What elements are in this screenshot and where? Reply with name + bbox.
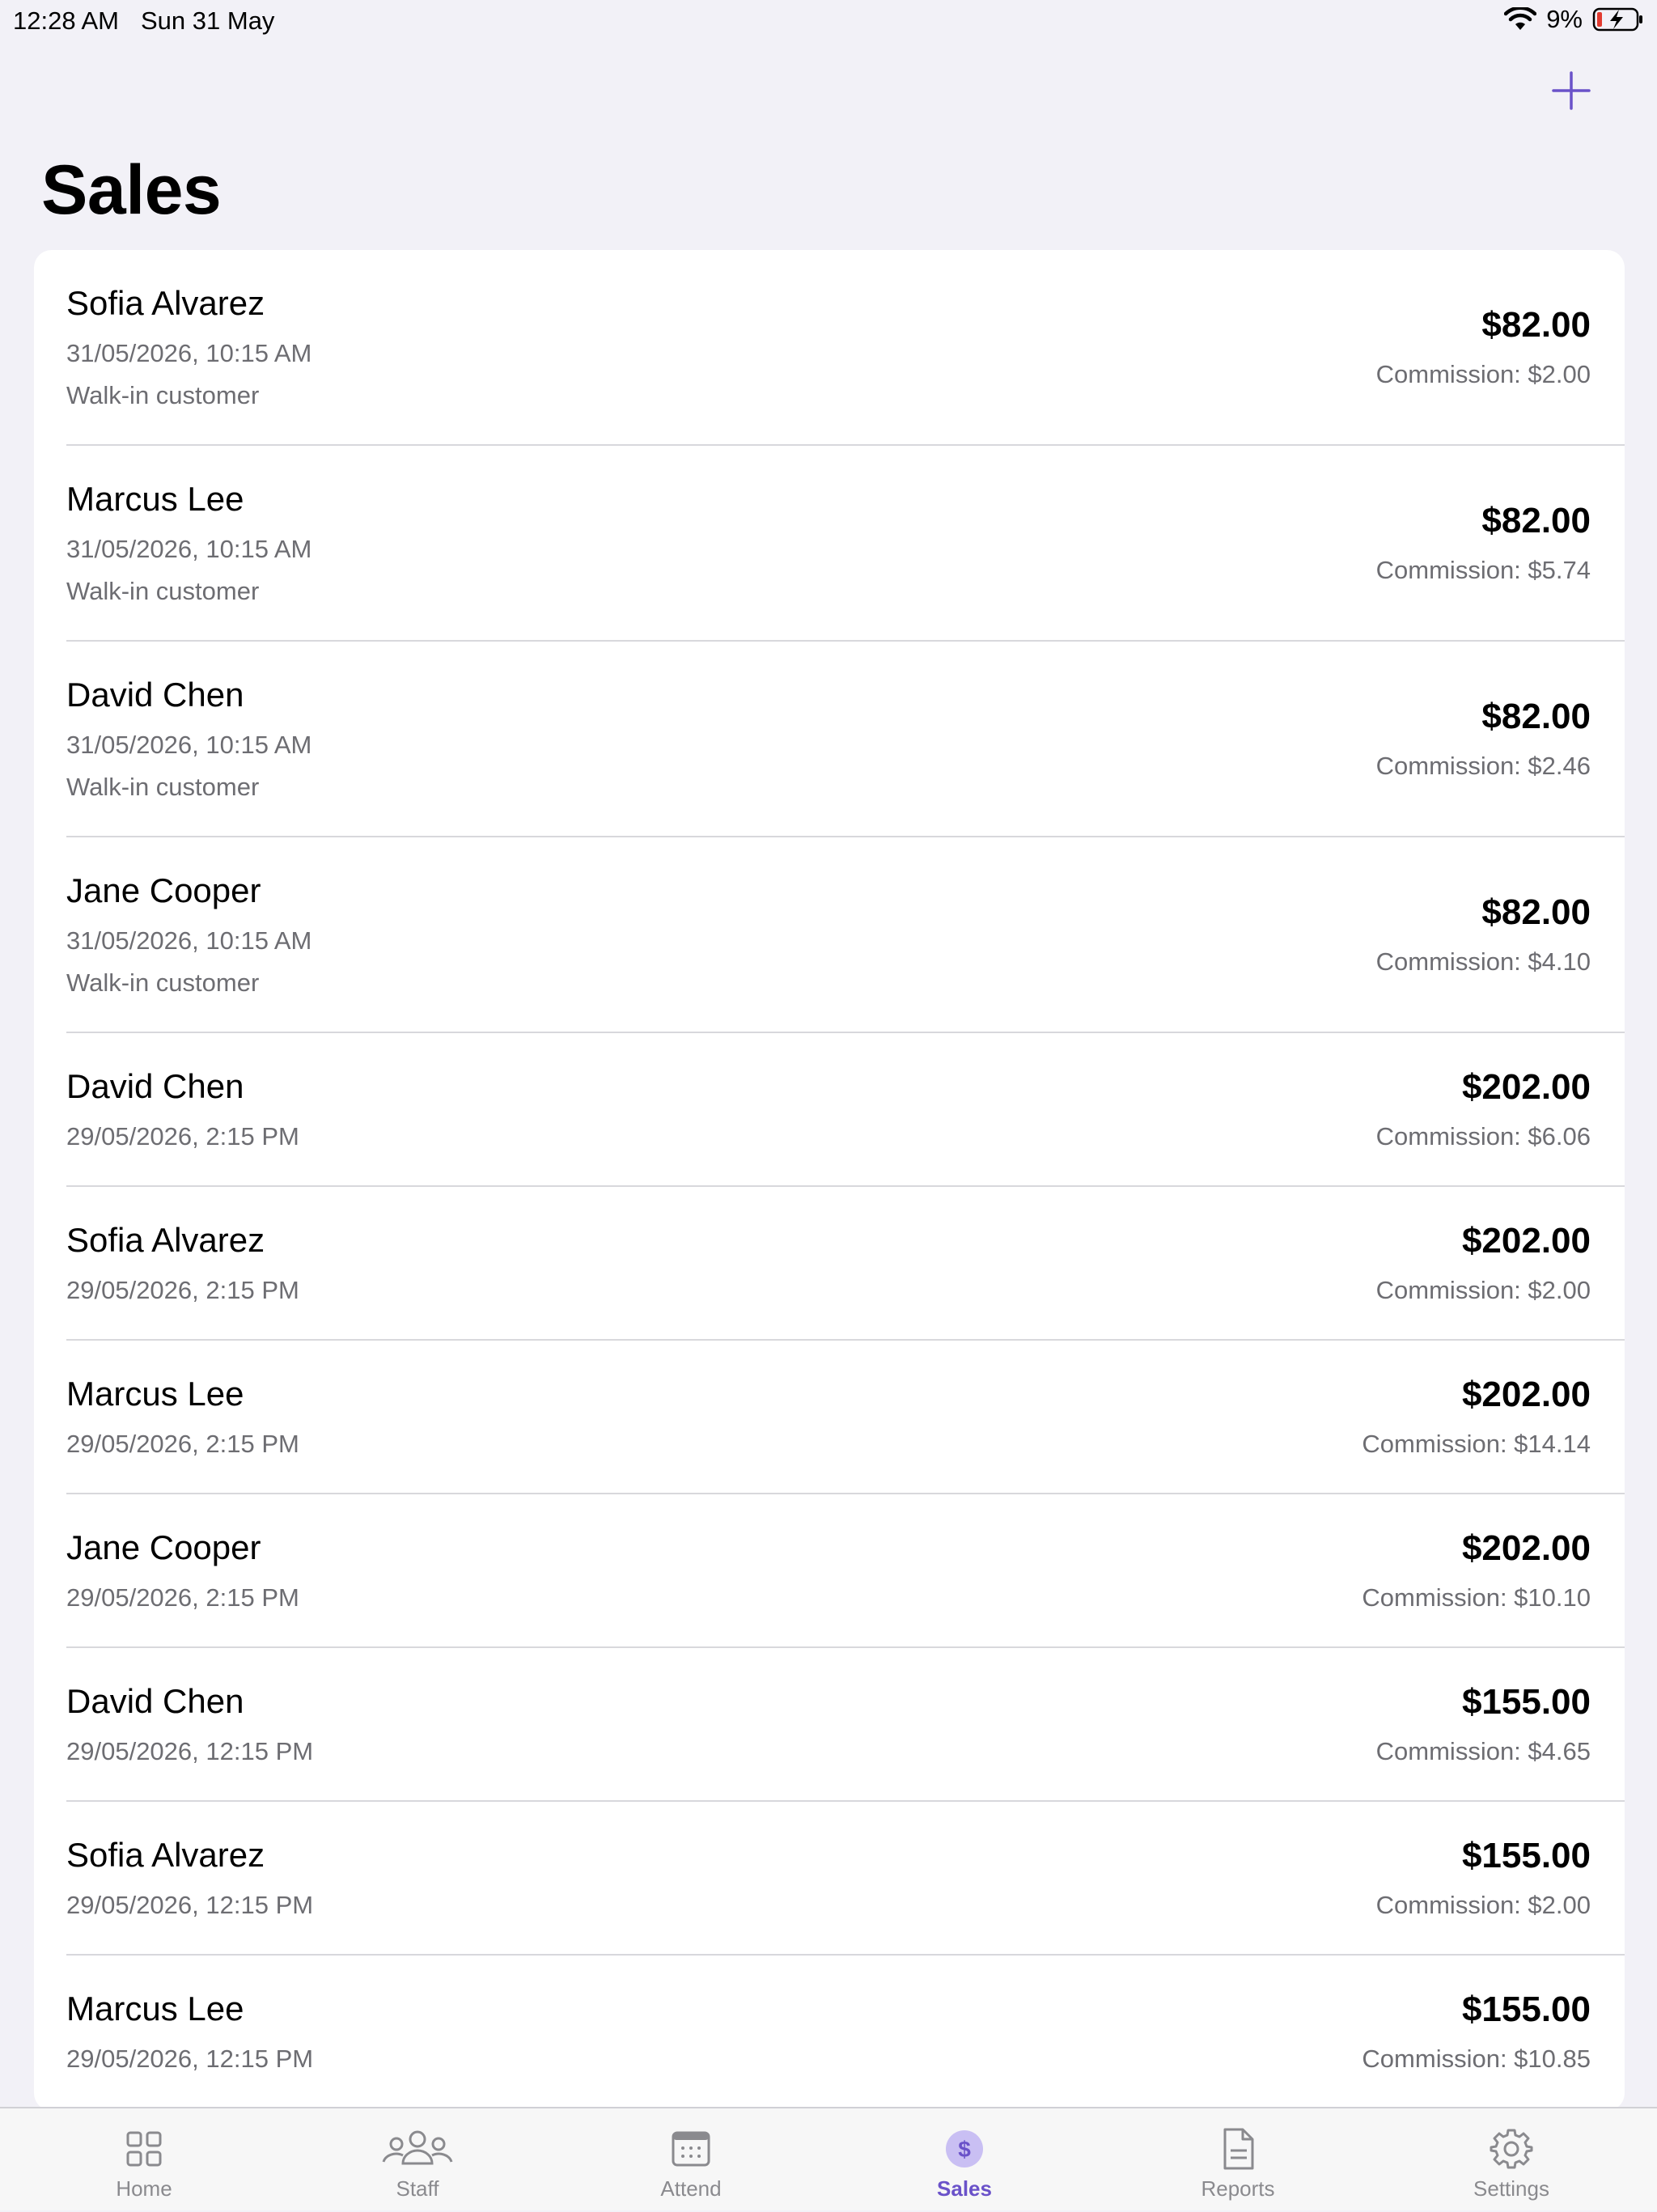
tab-reports[interactable]: Reports bbox=[1157, 2108, 1319, 2212]
sale-commission: Commission: $2.00 bbox=[1375, 1276, 1591, 1304]
sale-commission: Commission: $10.10 bbox=[1362, 1583, 1591, 1612]
sale-commission: Commission: $2.46 bbox=[1375, 752, 1591, 780]
sale-amount: $82.00 bbox=[1481, 305, 1591, 345]
sale-amount: $202.00 bbox=[1461, 1528, 1591, 1568]
tab-attend[interactable]: Attend bbox=[610, 2108, 772, 2212]
staff-name: Jane Cooper bbox=[66, 871, 261, 909]
tab-label: Settings bbox=[1473, 2176, 1549, 2201]
sale-row[interactable]: Sofia Alvarez 31/05/2026, 10:15 AM Walk-… bbox=[34, 250, 1625, 446]
staff-name: Marcus Lee bbox=[66, 1990, 244, 2028]
sale-date: 29/05/2026, 12:15 PM bbox=[66, 1737, 314, 1765]
staff-name: Jane Cooper bbox=[66, 1528, 261, 1566]
staff-name: Marcus Lee bbox=[66, 480, 244, 518]
sale-commission: Commission: $14.14 bbox=[1362, 1430, 1591, 1458]
status-bar: 12:28 AM Sun 31 May 9% bbox=[0, 0, 1657, 42]
sale-row[interactable]: David Chen 29/05/2026, 12:15 PM $155.00 … bbox=[34, 1648, 1625, 1802]
page-title: Sales bbox=[41, 151, 222, 229]
sale-amount: $82.00 bbox=[1481, 501, 1591, 540]
sale-date: 29/05/2026, 12:15 PM bbox=[66, 2045, 314, 2073]
svg-text:$: $ bbox=[958, 2137, 971, 2162]
staff-name: Sofia Alvarez bbox=[66, 1221, 265, 1259]
dollar-icon: $ bbox=[946, 2130, 983, 2168]
sale-amount: $82.00 bbox=[1481, 697, 1591, 736]
staff-name: Sofia Alvarez bbox=[66, 284, 265, 322]
battery-charging-icon bbox=[1592, 7, 1642, 32]
staff-name: Sofia Alvarez bbox=[66, 1836, 265, 1874]
sale-row[interactable]: Marcus Lee 31/05/2026, 10:15 AM Walk-in … bbox=[34, 446, 1625, 642]
sale-date: 31/05/2026, 10:15 AM bbox=[66, 926, 312, 955]
sale-row[interactable]: David Chen 29/05/2026, 2:15 PM $202.00 C… bbox=[34, 1033, 1625, 1187]
sale-commission: Commission: $10.85 bbox=[1362, 2045, 1591, 2073]
staff-name: Marcus Lee bbox=[66, 1375, 244, 1413]
sale-row[interactable]: Marcus Lee 29/05/2026, 12:15 PM $155.00 … bbox=[34, 1956, 1625, 2109]
sale-note: Walk-in customer bbox=[66, 577, 260, 605]
sale-row[interactable]: Sofia Alvarez 29/05/2026, 12:15 PM $155.… bbox=[34, 1802, 1625, 1956]
tab-settings[interactable]: Settings bbox=[1430, 2108, 1592, 2212]
staff-name: David Chen bbox=[66, 1067, 244, 1105]
sale-date: 31/05/2026, 10:15 AM bbox=[66, 339, 312, 367]
sale-commission: Commission: $2.00 bbox=[1375, 360, 1591, 388]
sale-row[interactable]: Sofia Alvarez 29/05/2026, 2:15 PM $202.0… bbox=[34, 1187, 1625, 1341]
tab-label: Sales bbox=[937, 2176, 992, 2201]
tab-home[interactable]: Home bbox=[63, 2108, 225, 2212]
sale-commission: Commission: $2.00 bbox=[1375, 1891, 1591, 1919]
staff-name: David Chen bbox=[66, 676, 244, 714]
people-icon bbox=[382, 2130, 453, 2165]
sale-commission: Commission: $4.10 bbox=[1375, 947, 1591, 976]
tab-sales[interactable]: $ Sales bbox=[884, 2108, 1045, 2212]
document-icon bbox=[1223, 2128, 1254, 2170]
sale-row[interactable]: Marcus Lee 29/05/2026, 2:15 PM $202.00 C… bbox=[34, 1341, 1625, 1494]
sale-date: 31/05/2026, 10:15 AM bbox=[66, 731, 312, 759]
sale-amount: $82.00 bbox=[1481, 892, 1591, 932]
status-date: Sun 31 May bbox=[141, 6, 275, 35]
sale-amount: $202.00 bbox=[1461, 1375, 1591, 1414]
sale-commission: Commission: $6.06 bbox=[1375, 1122, 1591, 1150]
tab-label: Home bbox=[116, 2176, 172, 2201]
sale-date: 29/05/2026, 2:15 PM bbox=[66, 1122, 299, 1150]
sale-amount: $155.00 bbox=[1461, 1990, 1591, 2029]
calendar-icon bbox=[672, 2131, 710, 2167]
sale-commission: Commission: $5.74 bbox=[1375, 556, 1591, 584]
tab-label: Attend bbox=[660, 2176, 722, 2201]
sale-date: 29/05/2026, 12:15 PM bbox=[66, 1891, 314, 1919]
sale-note: Walk-in customer bbox=[66, 381, 260, 409]
tab-label: Staff bbox=[396, 2176, 439, 2201]
add-sale-button[interactable] bbox=[1550, 70, 1592, 112]
sale-date: 29/05/2026, 2:15 PM bbox=[66, 1583, 299, 1612]
sale-note: Walk-in customer bbox=[66, 968, 260, 997]
sale-row[interactable]: Jane Cooper 29/05/2026, 2:15 PM $202.00 … bbox=[34, 1494, 1625, 1648]
grid-icon bbox=[126, 2131, 162, 2167]
sale-note: Walk-in customer bbox=[66, 773, 260, 801]
tab-bar: Home Staff Attend $ Sales Reports Settin… bbox=[0, 2107, 1657, 2210]
tab-label: Reports bbox=[1201, 2176, 1275, 2201]
sale-date: 29/05/2026, 2:15 PM bbox=[66, 1276, 299, 1304]
sale-amount: $155.00 bbox=[1461, 1836, 1591, 1875]
status-time: 12:28 AM bbox=[13, 6, 119, 35]
battery-percentage: 9% bbox=[1546, 5, 1583, 33]
sales-list: Sofia Alvarez 31/05/2026, 10:15 AM Walk-… bbox=[34, 250, 1625, 2111]
sale-row[interactable]: David Chen 31/05/2026, 10:15 AM Walk-in … bbox=[34, 642, 1625, 837]
sale-date: 31/05/2026, 10:15 AM bbox=[66, 535, 312, 563]
sale-amount: $202.00 bbox=[1461, 1067, 1591, 1107]
tab-staff[interactable]: Staff bbox=[337, 2108, 498, 2212]
staff-name: David Chen bbox=[66, 1682, 244, 1720]
sale-date: 29/05/2026, 2:15 PM bbox=[66, 1430, 299, 1458]
status-indicators: 9% bbox=[1504, 5, 1644, 34]
gear-icon bbox=[1490, 2129, 1533, 2169]
wifi-icon bbox=[1504, 7, 1537, 30]
sale-commission: Commission: $4.65 bbox=[1375, 1737, 1591, 1765]
sale-row[interactable]: Jane Cooper 31/05/2026, 10:15 AM Walk-in… bbox=[34, 837, 1625, 1033]
sale-amount: $155.00 bbox=[1461, 1682, 1591, 1722]
sale-amount: $202.00 bbox=[1461, 1221, 1591, 1261]
